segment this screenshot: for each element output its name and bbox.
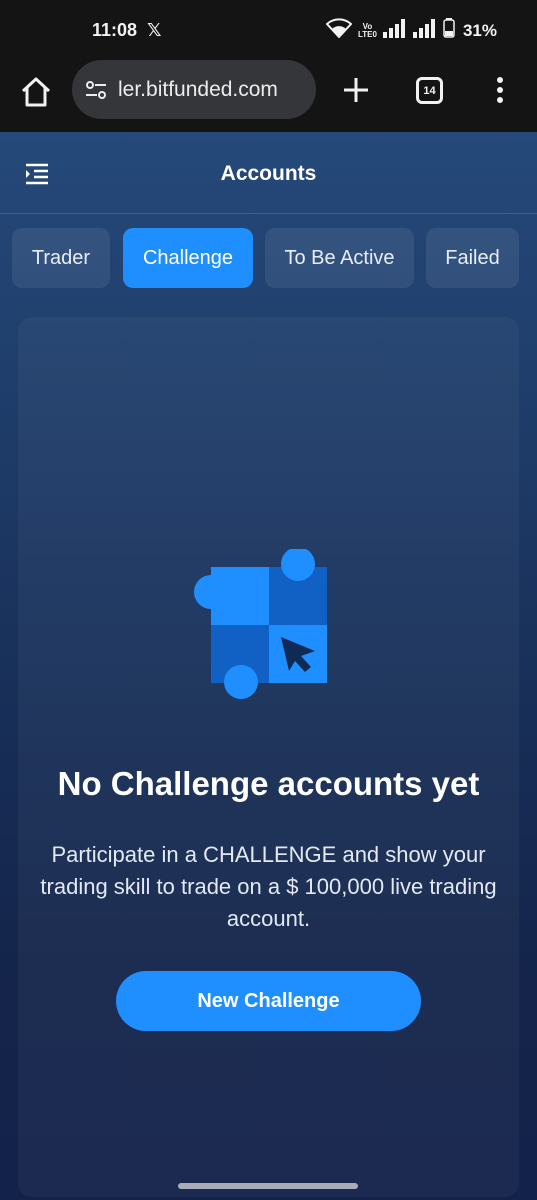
status-icons: Vo LTE0 31% [325,18,497,43]
home-icon[interactable] [18,74,54,110]
empty-state-illustration [193,547,333,709]
tab-failed[interactable]: Failed [426,228,519,288]
empty-state-description: Participate in a CHALLENGE and show your… [40,842,497,931]
app-content: Accounts Trader Challenge To Be Active F… [0,132,537,1200]
address-bar[interactable]: ler.bitfunded.com [72,60,316,119]
status-bar: 11:08 𝕏 Vo LTE0 31% [0,0,537,60]
signal-icon-2 [412,18,437,43]
battery-percent: 31% [462,20,497,40]
status-time: 11:08 [92,20,138,40]
battery-icon [443,18,455,43]
tab-challenge[interactable]: Challenge [123,228,253,288]
more-vert-icon[interactable] [490,74,510,106]
signal-icon [382,18,407,43]
volte-icon: Vo LTE0 [358,22,377,39]
tab-trader[interactable]: Trader [12,228,110,288]
tabs-icon[interactable]: 14 [416,77,443,104]
browser-toolbar: ler.bitfunded.com 14 [0,60,537,132]
x-icon: 𝕏 [147,20,162,40]
tab-to-be-active[interactable]: To Be Active [265,228,414,288]
gesture-bar[interactable] [178,1183,358,1189]
empty-state-title: No Challenge accounts yet [57,765,480,802]
page-title: Accounts [220,162,317,185]
content-card: No Challenge accounts yet Participate in… [18,317,519,1197]
plus-icon[interactable] [340,74,372,106]
screen: 11:08 𝕏 Vo LTE0 31% ler.bitfunded.com 14… [0,0,537,1200]
app-header: Accounts [0,132,537,214]
site-settings-icon[interactable] [84,78,108,102]
new-challenge-button[interactable]: New Challenge [116,971,421,1031]
volte-bottom: LTE0 [358,29,377,39]
wifi-icon [325,18,353,43]
url-text: ler.bitfunded.com [118,78,278,101]
